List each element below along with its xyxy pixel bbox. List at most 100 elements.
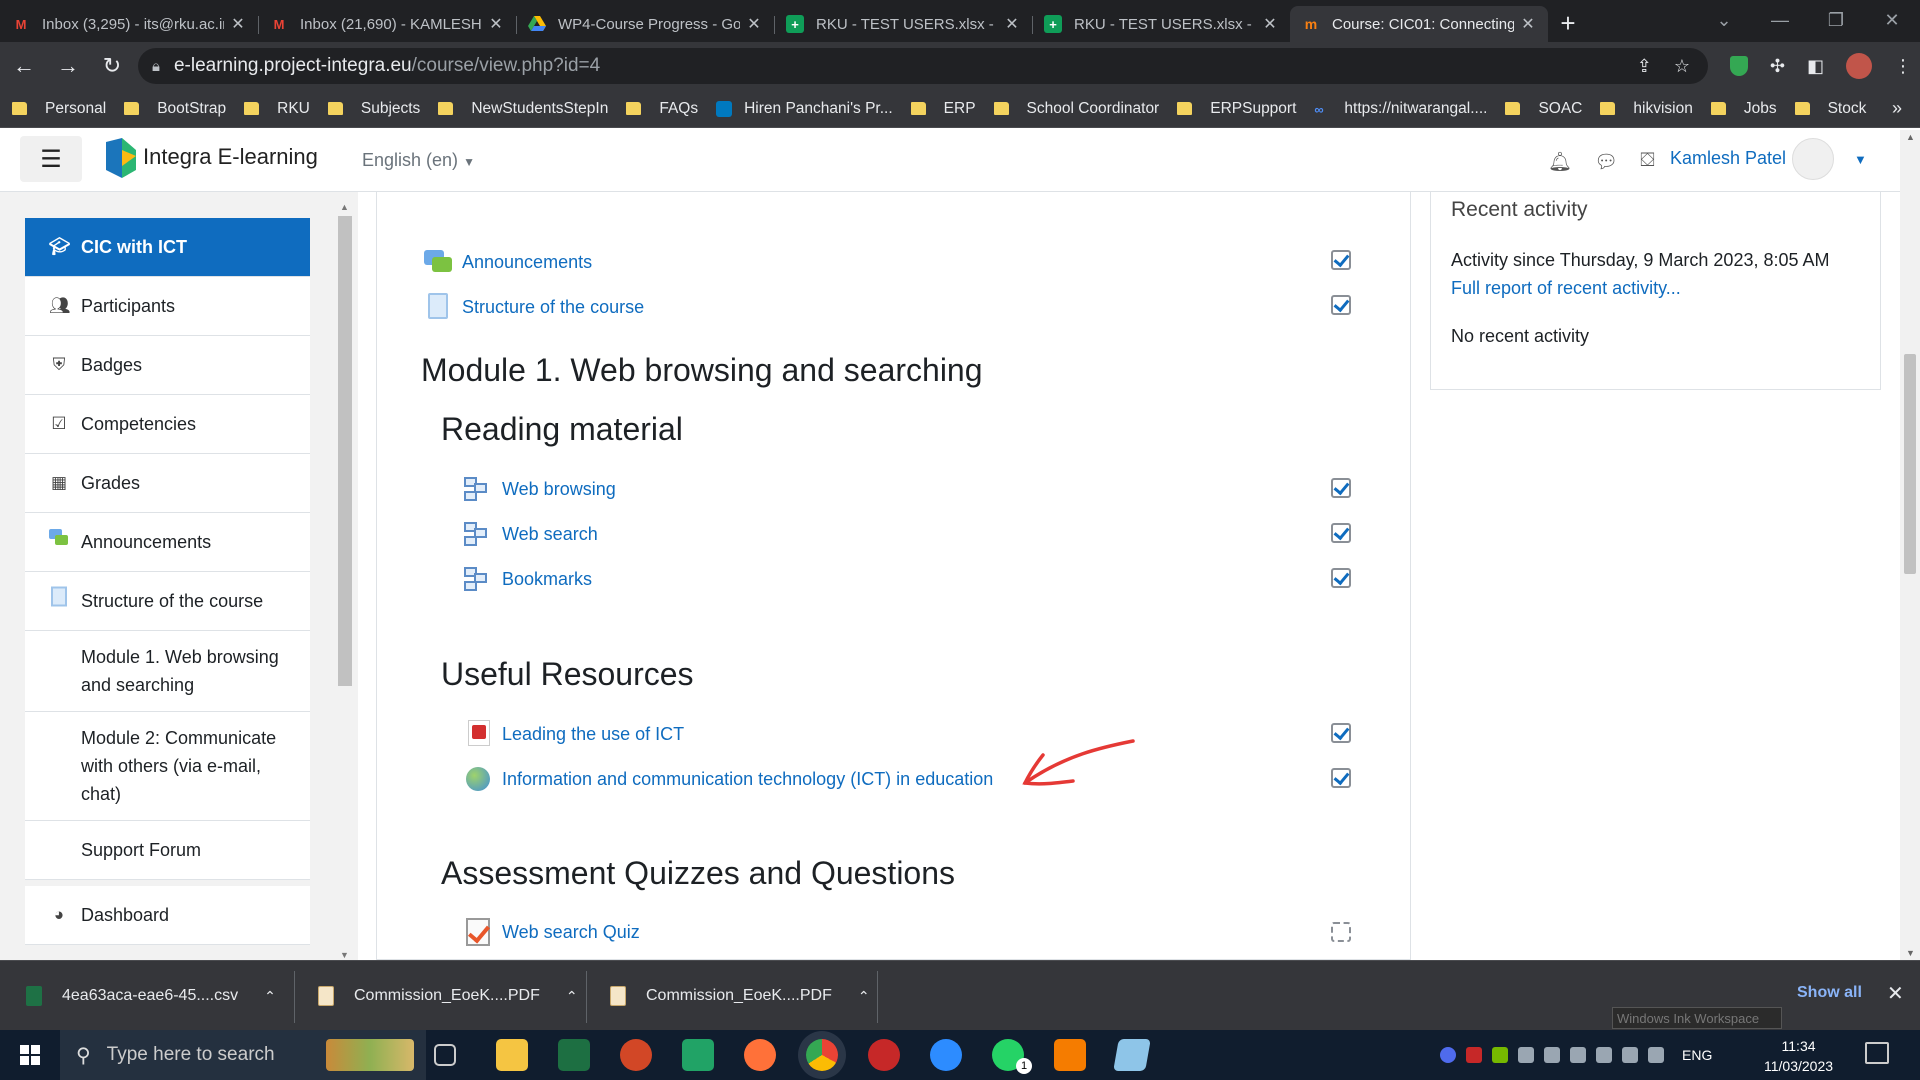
- browser-tab-gmail-2[interactable]: M Inbox (21,690) - KAMLESH.P ✕: [258, 6, 516, 42]
- chevron-up-icon[interactable]: ⌃: [264, 988, 276, 1005]
- address-bar[interactable]: 🔒︎ e-learning.project-integra.eu/course/…: [138, 48, 1708, 84]
- bookmark-star-icon[interactable]: ☆: [1674, 56, 1690, 77]
- bookmark-soac[interactable]: SOAC: [1505, 100, 1582, 118]
- close-tab-icon[interactable]: ✕: [488, 14, 504, 34]
- extensions-puzzle-icon[interactable]: ✣: [1770, 56, 1785, 77]
- drawer-item-participants[interactable]: 👥︎ Participants: [25, 277, 310, 336]
- user-name[interactable]: Kamlesh Patel: [1670, 148, 1786, 169]
- completion-checkbox-empty[interactable]: [1331, 922, 1351, 942]
- network-tray-icon[interactable]: [1518, 1047, 1534, 1063]
- back-icon[interactable]: ←: [4, 46, 44, 86]
- drawer-item-grades[interactable]: ▦ Grades: [25, 454, 310, 513]
- download-item-pdf-1[interactable]: Commission_EoeK....PDF ⌃: [318, 961, 578, 1031]
- task-view-icon[interactable]: [434, 1044, 456, 1066]
- bookmark-rku[interactable]: RKU: [244, 100, 310, 118]
- bookmark-stock[interactable]: Stock: [1794, 100, 1866, 118]
- drawer-item-course[interactable]: 🎓︎ CIC with ICT: [25, 218, 310, 277]
- bell-icon[interactable]: 🔔︎: [1548, 150, 1572, 174]
- activity-leading-ict[interactable]: Leading the use of ICT: [464, 720, 684, 748]
- reload-icon[interactable]: ↻: [92, 46, 132, 86]
- activity-announcements[interactable]: Announcements: [424, 248, 592, 276]
- chat-bubble-icon[interactable]: 💬︎: [1594, 150, 1618, 174]
- nvidia-tray-icon[interactable]: [1492, 1047, 1508, 1063]
- minimize-icon[interactable]: —: [1752, 0, 1808, 40]
- drawer-item-badges[interactable]: ⛨ Badges: [25, 336, 310, 395]
- chevron-up-icon[interactable]: ⌃: [858, 988, 870, 1005]
- chevron-up-icon[interactable]: ⌃: [566, 988, 578, 1005]
- bookmark-bootstrap[interactable]: BootStrap: [124, 100, 226, 118]
- completion-checkbox[interactable]: [1331, 478, 1351, 498]
- shield-extension-icon[interactable]: [1729, 56, 1748, 76]
- completion-checkbox[interactable]: [1331, 523, 1351, 543]
- drawer-item-module-2[interactable]: Module 2: Communicate with others (via e…: [25, 712, 310, 821]
- drawer-scrollbar-thumb[interactable]: [338, 216, 352, 686]
- tab-search-icon[interactable]: ⌄: [1696, 0, 1752, 40]
- browser-tab-sheets-2[interactable]: + RKU - TEST USERS.xlsx - Go ✕: [1032, 6, 1290, 42]
- activity-web-browsing[interactable]: Web browsing: [464, 475, 616, 503]
- completion-checkbox[interactable]: [1331, 723, 1351, 743]
- bookmark-erpsupport[interactable]: ERPSupport: [1177, 100, 1296, 118]
- completion-checkbox[interactable]: [1331, 295, 1351, 315]
- bookmark-erp[interactable]: ERP: [910, 100, 976, 118]
- bookmark-subjects[interactable]: Subjects: [327, 100, 420, 118]
- bookmark-newstudentsstepin[interactable]: NewStudentsStepIn: [438, 100, 608, 118]
- chrome-icon[interactable]: [806, 1039, 838, 1071]
- page-scrollbar[interactable]: ▲ ▼: [1900, 130, 1920, 960]
- bookmark-school-coordinator[interactable]: School Coordinator: [993, 100, 1159, 118]
- completion-checkbox[interactable]: [1331, 768, 1351, 788]
- taskbar-clock[interactable]: 11:34 11/03/2023: [1764, 1036, 1833, 1076]
- pdf-app-icon[interactable]: [1054, 1039, 1086, 1071]
- drawer-item-structure[interactable]: Structure of the course: [25, 572, 310, 631]
- drawer-item-dashboard[interactable]: ◕ Dashboard: [25, 886, 310, 945]
- activity-bookmarks[interactable]: Bookmarks: [464, 565, 592, 593]
- language-selector[interactable]: English (en) ▼: [362, 150, 475, 171]
- firefox-icon[interactable]: [744, 1039, 776, 1071]
- user-avatar[interactable]: [1792, 138, 1834, 180]
- browser-tab-drive[interactable]: WP4-Course Progress - Go ✕: [516, 6, 774, 42]
- browser-tab-course[interactable]: m Course: CIC01: Connecting ✕: [1290, 6, 1548, 42]
- drawer-item-competencies[interactable]: ☑ Competencies: [25, 395, 310, 454]
- input-language[interactable]: ENG: [1682, 1047, 1712, 1063]
- bookmark-hiren[interactable]: Hiren Panchani's Pr...: [716, 100, 893, 118]
- windows-start-icon[interactable]: [0, 1030, 60, 1080]
- full-report-link[interactable]: Full report of recent activity...: [1451, 278, 1681, 299]
- more-bookmarks-icon[interactable]: »: [1892, 98, 1902, 119]
- download-item-csv[interactable]: 4ea63aca-eae6-45....csv ⌃: [26, 961, 276, 1031]
- profile-avatar[interactable]: [1846, 53, 1872, 79]
- close-tab-icon[interactable]: ✕: [1004, 14, 1020, 34]
- zoom-icon[interactable]: [930, 1039, 962, 1071]
- close-tab-icon[interactable]: ✕: [746, 14, 762, 34]
- activity-web-search[interactable]: Web search: [464, 520, 598, 548]
- file-explorer-icon[interactable]: [496, 1039, 528, 1071]
- battery-tray-icon[interactable]: [1544, 1047, 1560, 1063]
- teams-tray-icon[interactable]: [1440, 1047, 1456, 1063]
- browser-tab-sheets-1[interactable]: + RKU - TEST USERS.xlsx - Go ✕: [774, 6, 1032, 42]
- bookmark-hikvision[interactable]: hikvision: [1600, 100, 1693, 118]
- bookmark-jobs[interactable]: Jobs: [1710, 100, 1777, 118]
- powerpoint-icon[interactable]: [620, 1039, 652, 1071]
- drawer-item-announcements[interactable]: Announcements: [25, 513, 310, 572]
- activity-web-search-quiz[interactable]: Web search Quiz: [464, 918, 640, 946]
- scroll-up-icon[interactable]: ▲: [1906, 132, 1915, 142]
- scroll-down-icon[interactable]: ▼: [340, 950, 349, 960]
- pen-tray-icon[interactable]: [1648, 1047, 1664, 1063]
- page-scrollbar-thumb[interactable]: [1904, 354, 1916, 574]
- share-icon[interactable]: ⇪: [1637, 56, 1652, 77]
- notes-icon[interactable]: [1113, 1039, 1151, 1071]
- close-downloads-icon[interactable]: ✕: [1887, 981, 1904, 1006]
- chrome-menu-icon[interactable]: ⋮: [1894, 56, 1912, 77]
- close-tab-icon[interactable]: ✕: [1262, 14, 1278, 34]
- lock-icon[interactable]: 🔒︎: [152, 58, 160, 75]
- bookmark-nitwarangal[interactable]: ∞ https://nitwarangal....: [1314, 100, 1487, 118]
- activity-structure[interactable]: Structure of the course: [424, 293, 644, 321]
- close-tab-icon[interactable]: ✕: [230, 14, 246, 34]
- scroll-up-icon[interactable]: ▲: [340, 202, 349, 212]
- download-item-pdf-2[interactable]: Commission_EoeK....PDF ⌃: [610, 961, 870, 1031]
- show-all-downloads-button[interactable]: Show all: [1797, 984, 1862, 1002]
- restore-icon[interactable]: ❐: [1808, 0, 1864, 40]
- notifications-icon[interactable]: [1865, 1042, 1889, 1064]
- activity-ict-in-education[interactable]: Information and communication technology…: [464, 765, 993, 793]
- side-panel-icon[interactable]: ◧: [1807, 56, 1824, 77]
- user-menu-caret-icon[interactable]: ▼: [1854, 152, 1867, 167]
- bookmark-personal[interactable]: Personal: [12, 100, 106, 118]
